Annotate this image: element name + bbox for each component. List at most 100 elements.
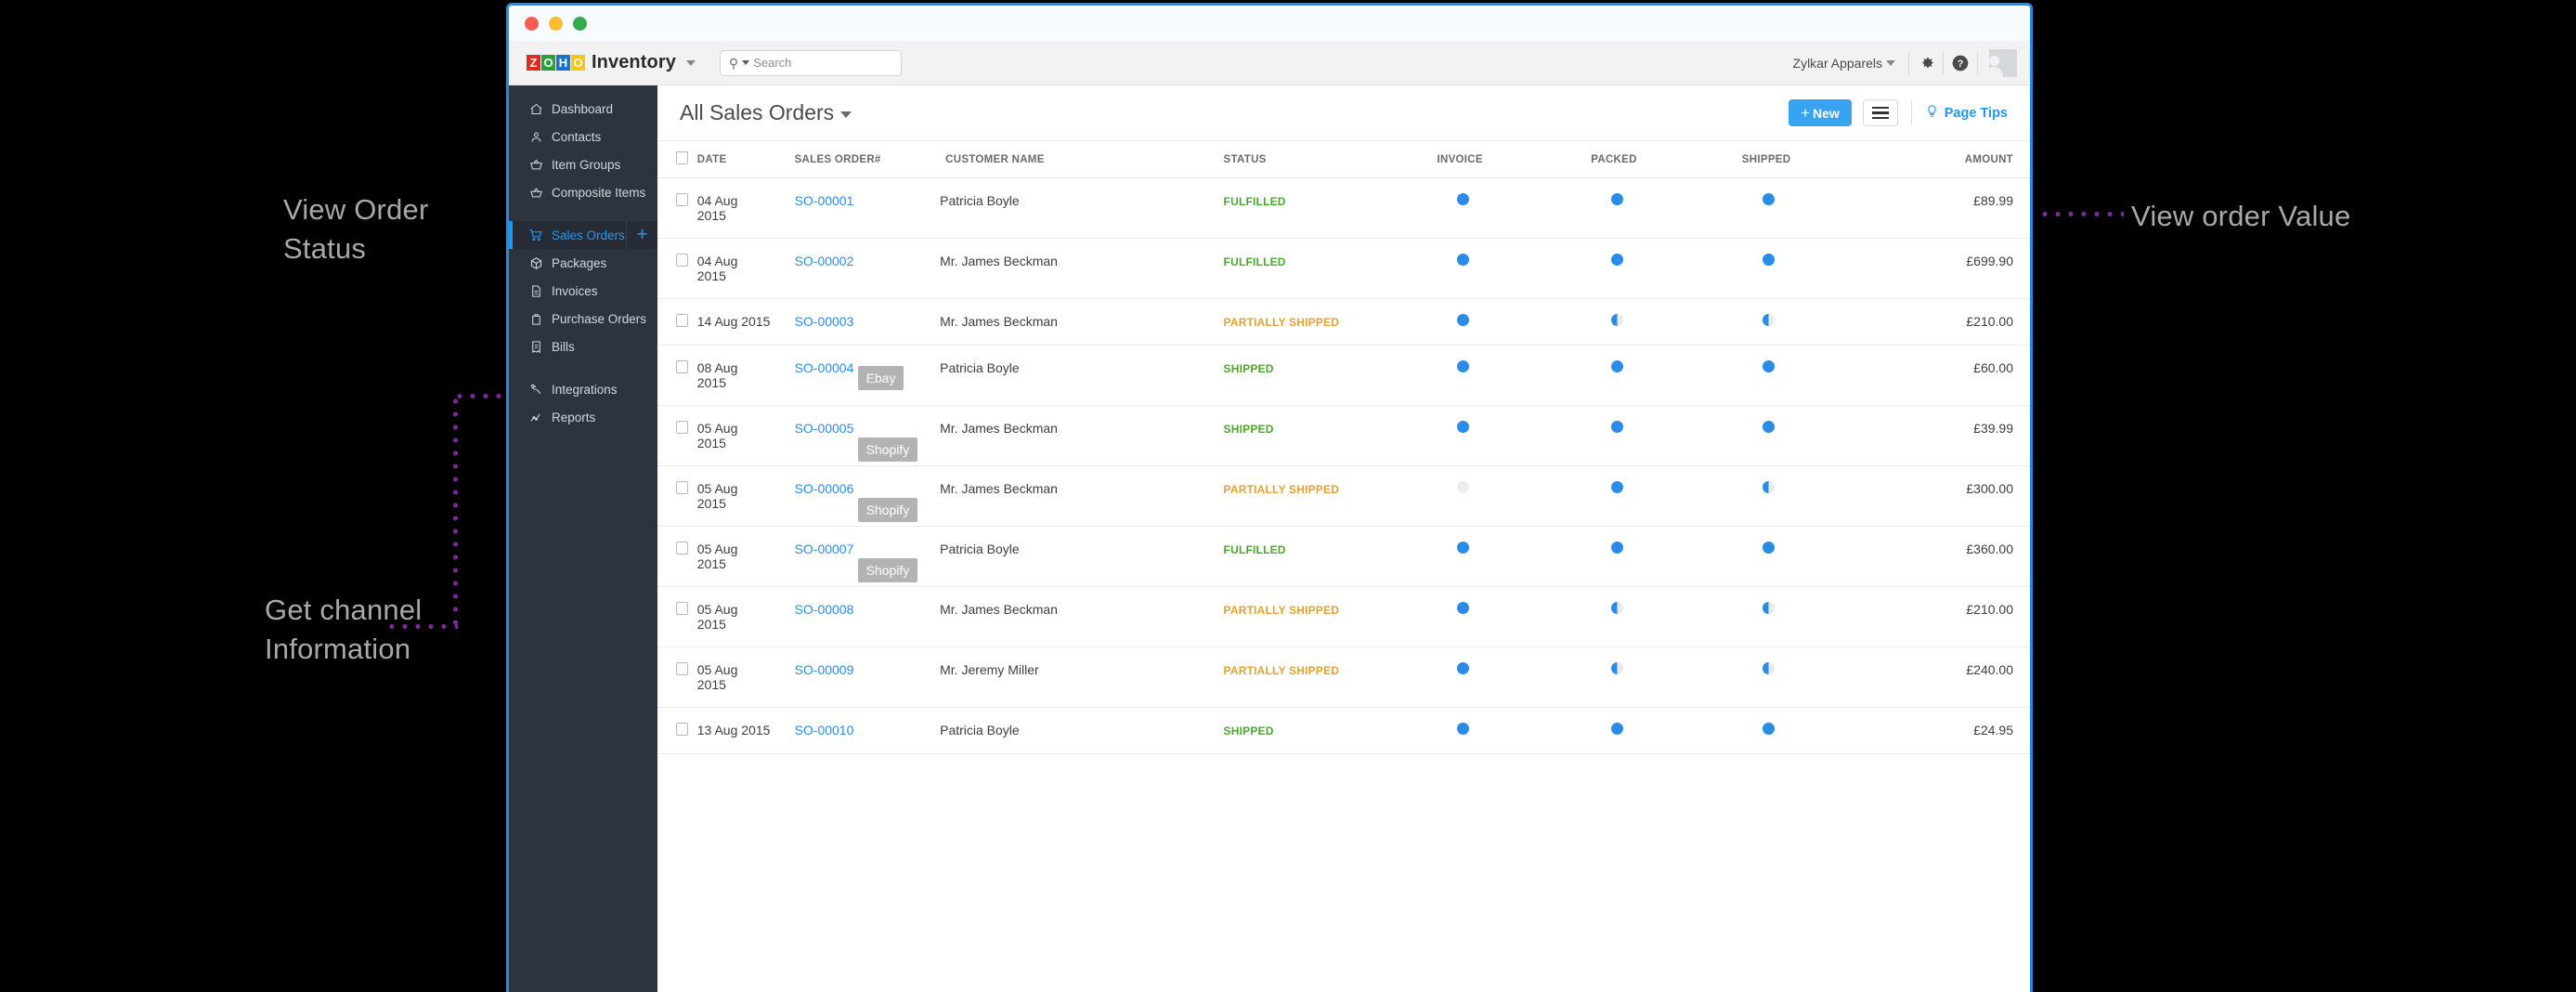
invoice-status-dot[interactable] [1457,193,1469,205]
sidebar-item-dashboard[interactable]: Dashboard [509,95,657,123]
column-header-invoice[interactable]: INVOICE [1437,141,1591,178]
sales-order-link[interactable]: SO-00003 [795,314,854,329]
sales-order-link[interactable]: SO-00001 [795,193,854,208]
new-button[interactable]: + New [1789,99,1852,126]
row-checkbox[interactable] [676,360,688,373]
brand-logo[interactable]: Z O H O Inventory [527,52,696,73]
shipped-status-dot[interactable] [1763,723,1775,735]
sidebar-item-reports[interactable]: Reports [509,403,657,431]
sales-order-link[interactable]: SO-00005 [795,421,854,436]
shipped-status-dot[interactable] [1763,602,1775,614]
shipped-status-dot[interactable] [1763,481,1775,493]
window-minimize-button[interactable] [549,17,563,31]
table-row[interactable]: 05 Aug2015SO-00008Mr. James BeckmanPARTI… [657,587,2030,647]
window-maximize-button[interactable] [573,17,587,31]
sidebar-item-invoices[interactable]: Invoices [509,277,657,305]
packed-status-dot[interactable] [1611,254,1623,266]
row-checkbox[interactable] [676,723,688,736]
column-header-date[interactable]: DATE [697,141,795,178]
invoice-status-dot[interactable] [1457,481,1469,493]
sales-order-link[interactable]: SO-00007 [795,542,854,556]
organization-selector[interactable]: Zylkar Apparels [1793,56,1908,71]
table-row[interactable]: 05 Aug2015SO-00007ShopifyPatricia BoyleF… [657,527,2030,587]
column-header-sales-order[interactable]: SALES ORDER# [795,141,946,178]
table-row[interactable]: 04 Aug2015SO-00001Patricia BoyleFULFILLE… [657,178,2030,239]
shipped-status-dot[interactable] [1763,421,1775,433]
column-header-amount[interactable]: AMOUNT [1891,141,2030,178]
table-row[interactable]: 05 Aug2015SO-00005ShopifyMr. James Beckm… [657,406,2030,466]
row-checkbox[interactable] [676,421,688,434]
shipped-status-dot[interactable] [1763,314,1775,326]
invoice-status-dot[interactable] [1457,542,1469,554]
packed-status-dot[interactable] [1611,314,1623,326]
channel-badge[interactable]: Shopify [858,558,918,582]
invoice-status-dot[interactable] [1457,723,1469,735]
sidebar-item-bills[interactable]: Bills [509,333,657,360]
invoice-status-dot[interactable] [1457,254,1469,266]
sales-order-link[interactable]: SO-00002 [795,254,854,268]
invoice-status-dot[interactable] [1457,662,1469,674]
table-row[interactable]: 05 Aug2015SO-00009Mr. Jeremy MillerPARTI… [657,647,2030,708]
sales-order-link[interactable]: SO-00009 [795,662,854,677]
search-box[interactable]: ⚲ [720,50,902,76]
gear-icon[interactable] [1909,54,1943,72]
row-checkbox[interactable] [676,602,688,615]
sidebar-item-item-groups[interactable]: Item Groups [509,150,657,178]
list-view-icon[interactable] [1863,99,1898,126]
channel-badge[interactable]: Ebay [858,366,904,390]
sidebar-item-sales-orders[interactable]: Sales Orders + [509,221,657,249]
invoice-status-dot[interactable] [1457,421,1469,433]
shipped-status-dot[interactable] [1763,542,1775,554]
sidebar-item-contacts[interactable]: Contacts [509,123,657,150]
column-header-packed[interactable]: PACKED [1591,141,1742,178]
packed-status-dot[interactable] [1611,602,1623,614]
sidebar-add-sales-order-button[interactable]: + [626,221,657,249]
row-checkbox[interactable] [676,314,688,327]
row-checkbox[interactable] [676,662,688,675]
invoice-status-dot[interactable] [1457,360,1469,372]
column-header-status[interactable]: STATUS [1224,141,1438,178]
packed-status-dot[interactable] [1611,723,1623,735]
table-row[interactable]: 08 Aug2015SO-00004EbayPatricia BoyleSHIP… [657,346,2030,406]
search-input[interactable] [753,56,892,70]
sales-orders-table-container[interactable]: DATE SALES ORDER# CUSTOMER NAME STATUS I… [657,141,2030,992]
row-checkbox[interactable] [676,193,688,206]
shipped-status-dot[interactable] [1763,193,1775,205]
table-row[interactable]: 13 Aug 2015SO-00010Patricia BoyleSHIPPED… [657,708,2030,754]
sidebar-item-packages[interactable]: Packages [509,249,657,277]
sales-order-link[interactable]: SO-00008 [795,602,854,617]
channel-badge[interactable]: Shopify [858,437,918,462]
sales-order-link[interactable]: SO-00006 [795,481,854,496]
sales-order-link[interactable]: SO-00004 [795,360,854,375]
row-checkbox[interactable] [676,481,688,494]
shipped-status-dot[interactable] [1763,254,1775,266]
select-all-checkbox[interactable] [676,151,688,164]
channel-badge[interactable]: Shopify [858,498,918,522]
sidebar-item-purchase-orders[interactable]: Purchase Orders [509,305,657,333]
search-chevron-down-icon[interactable] [742,60,749,65]
invoice-status-dot[interactable] [1457,602,1469,614]
table-row[interactable]: 05 Aug2015SO-00006ShopifyMr. James Beckm… [657,466,2030,527]
sidebar-item-composite-items[interactable]: Composite Items [509,178,657,206]
chevron-down-icon[interactable] [686,60,696,66]
packed-status-dot[interactable] [1611,360,1623,372]
table-row[interactable]: 04 Aug2015SO-00002Mr. James BeckmanFULFI… [657,239,2030,299]
help-circle-icon[interactable]: ? [1944,54,1977,72]
packed-status-dot[interactable] [1611,542,1623,554]
row-checkbox[interactable] [676,542,688,555]
sales-order-link[interactable]: SO-00010 [795,723,854,737]
shipped-status-dot[interactable] [1763,360,1775,372]
invoice-status-dot[interactable] [1457,314,1469,326]
packed-status-dot[interactable] [1611,481,1623,493]
row-checkbox[interactable] [676,254,688,267]
packed-status-dot[interactable] [1611,421,1623,433]
list-view-selector[interactable]: All Sales Orders [680,100,852,125]
page-tips-button[interactable]: Page Tips [1925,103,2008,123]
packed-status-dot[interactable] [1611,193,1623,205]
table-row[interactable]: 14 Aug 2015SO-00003Mr. James BeckmanPART… [657,299,2030,346]
sidebar-item-integrations[interactable]: Integrations [509,375,657,403]
packed-status-dot[interactable] [1611,662,1623,674]
shipped-status-dot[interactable] [1763,662,1775,674]
window-close-button[interactable] [525,17,539,31]
avatar[interactable] [1989,49,2017,77]
